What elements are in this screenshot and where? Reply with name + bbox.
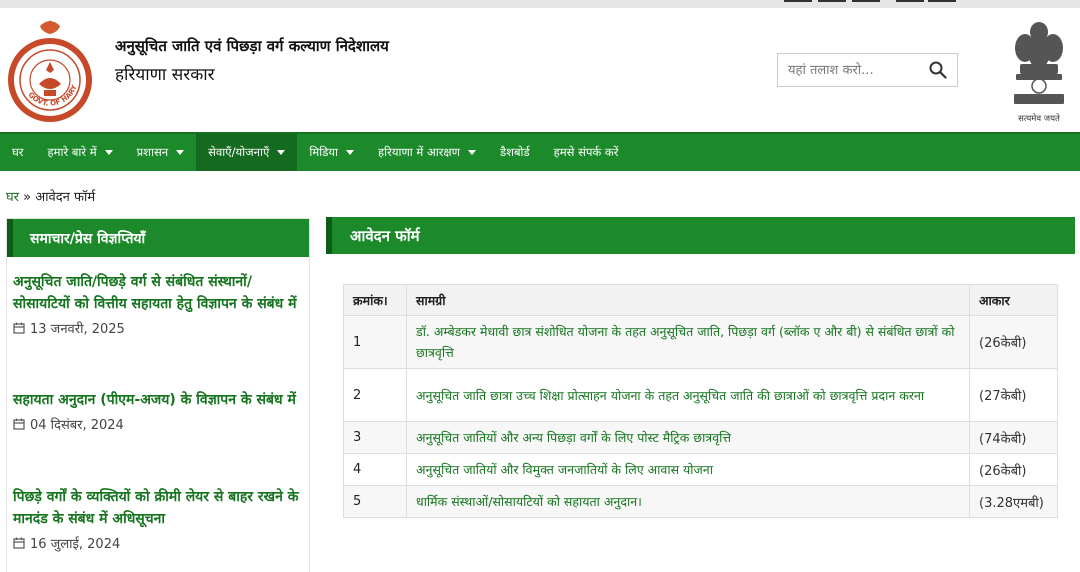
application-forms-table: क्रमांक। सामग्री आकार 1 डॉ. अम्बेडकर मेध… (343, 284, 1058, 518)
nav-item-about[interactable]: हमारे बारे में (36, 134, 125, 171)
news-item: पिछड़े वर्गों के व्यक्तियों को क्रीमी ले… (13, 486, 303, 552)
calendar-icon (13, 418, 25, 430)
page-title: आवेदन फॉर्म (326, 217, 1075, 254)
file-size: (3.28एमबी) (969, 485, 1058, 518)
nav-item-reservation[interactable]: हरियाणा में आरक्षण (366, 134, 488, 171)
news-link[interactable]: पिछड़े वर्गों के व्यक्तियों को क्रीमी ले… (13, 486, 303, 530)
news-date: 16 जुलाई, 2024 (13, 534, 303, 552)
file-size: (27केबी) (969, 368, 1058, 422)
nav-label: घर (12, 145, 24, 159)
form-link[interactable]: अनुसूचित जातियों और विमुक्त जनजातियों के… (406, 453, 970, 486)
column-header-content: सामग्री (406, 284, 970, 316)
file-size: (74केबी) (969, 421, 1058, 454)
news-link[interactable]: अनुसूचित जाति/पिछड़े वर्ग से संबंधित संस… (13, 271, 303, 315)
top-utility-strip (0, 0, 1080, 8)
nav-label: हमारे बारे में (47, 145, 97, 159)
news-date: 13 जनवरी, 2025 (13, 319, 303, 337)
news-item: अनुसूचित जाति/पिछड़े वर्ग से संबंधित संस… (13, 271, 303, 337)
news-date-text: 04 दिसंबर, 2024 (30, 418, 124, 433)
emblem-motto: सत्यमेव जयते (1018, 113, 1060, 124)
form-link[interactable]: अनुसूचित जातियों और अन्य पिछड़ा वर्गों क… (406, 421, 970, 454)
table-row: 4 अनुसूचित जातियों और विमुक्त जनजातियों … (343, 453, 1058, 486)
breadcrumb-separator: » (23, 190, 32, 205)
nav-label: प्रशासन (136, 145, 169, 159)
search-button[interactable] (919, 54, 957, 86)
caret-down-icon (277, 150, 286, 155)
file-size: (26केबी) (969, 453, 1058, 486)
row-number: 4 (343, 453, 407, 486)
caret-down-icon (104, 150, 113, 155)
caret-down-icon (346, 150, 355, 155)
news-date: 04 दिसंबर, 2024 (13, 415, 303, 433)
news-date-text: 13 जनवरी, 2025 (30, 322, 125, 337)
nav-label: हरियाणा में आरक्षण (378, 145, 460, 159)
calendar-icon (13, 322, 25, 334)
nav-label: डैशबोर्ड (499, 145, 530, 159)
table-row: 5 धार्मिक संस्थाओं/सोसायटियों को सहायता … (343, 485, 1058, 518)
breadcrumb-home-link[interactable]: घर (6, 190, 19, 205)
utility-link[interactable] (928, 0, 956, 2)
news-sidebar: समाचार/प्रेस विज्ञप्तियाँ अनुसूचित जाति/… (6, 218, 310, 572)
nav-item-contact[interactable]: हमसे संपर्क करें (542, 134, 631, 171)
main-navigation: घर हमारे बारे में प्रशासन सेवाएँ/योजनाएँ… (0, 132, 1080, 171)
table-row: 2 अनुसूचित जाति छात्रा उच्च शिक्षा प्रोत… (343, 368, 1058, 422)
nav-item-home[interactable]: घर (0, 134, 36, 171)
sidebar-heading: समाचार/प्रेस विज्ञप्तियाँ (7, 219, 309, 257)
news-item: सहायता अनुदान (पीएम-अजय) के विज्ञापन के … (13, 389, 303, 433)
table-row: 1 डॉ. अम्बेडकर मेधावी छात्र संशोधित योजन… (343, 315, 1058, 369)
utility-link[interactable] (818, 0, 846, 2)
nav-label: मिडिया (309, 145, 339, 159)
column-header-size: आकार (969, 284, 1058, 316)
column-header-serial: क्रमांक। (343, 284, 407, 316)
haryana-seal-logo[interactable]: GOVT. OF HARYANA (3, 12, 94, 126)
row-number: 1 (343, 315, 407, 369)
news-date-text: 16 जुलाई, 2024 (30, 537, 121, 552)
search-icon (929, 61, 947, 79)
row-number: 3 (343, 421, 407, 454)
caret-down-icon (467, 150, 476, 155)
utility-link[interactable] (784, 0, 812, 2)
table-row: 3 अनुसूचित जातियों और अन्य पिछड़ा वर्गों… (343, 421, 1058, 454)
caret-down-icon (176, 150, 185, 155)
form-link[interactable]: धार्मिक संस्थाओं/सोसायटियों को सहायता अन… (406, 485, 970, 518)
nav-item-services[interactable]: सेवाएँ/योजनाएँ (196, 134, 298, 171)
calendar-icon (13, 537, 25, 549)
news-link[interactable]: सहायता अनुदान (पीएम-अजय) के विज्ञापन के … (13, 389, 303, 411)
national-emblem-logo[interactable]: सत्यमेव जयते (1008, 18, 1070, 128)
file-size: (26केबी) (969, 315, 1058, 369)
row-number: 2 (343, 368, 407, 422)
row-number: 5 (343, 485, 407, 518)
search-box (777, 53, 958, 87)
table-header-row: क्रमांक। सामग्री आकार (343, 284, 1058, 316)
nav-item-media[interactable]: मिडिया (297, 134, 366, 171)
nav-item-administration[interactable]: प्रशासन (125, 134, 197, 171)
nav-label: सेवाएँ/योजनाएँ (208, 145, 270, 159)
department-title: अनुसूचित जाति एवं पिछड़ा वर्ग कल्याण निद… (115, 37, 389, 55)
breadcrumb-current: आवेदन फॉर्म (35, 190, 96, 205)
search-input[interactable] (778, 54, 920, 86)
government-name: हरियाणा सरकार (115, 65, 215, 85)
utility-link[interactable] (896, 0, 924, 2)
form-link[interactable]: डॉ. अम्बेडकर मेधावी छात्र संशोधित योजना … (406, 315, 970, 369)
form-link[interactable]: अनुसूचित जाति छात्रा उच्च शिक्षा प्रोत्स… (406, 368, 970, 422)
breadcrumb: घर » आवेदन फॉर्म (6, 187, 95, 205)
site-header: GOVT. OF HARYANA अनुसूचित जाति एवं पिछड़… (0, 8, 1080, 132)
nav-item-dashboard[interactable]: डैशबोर्ड (488, 134, 542, 171)
utility-link[interactable] (852, 0, 880, 2)
nav-label: हमसे संपर्क करें (553, 145, 619, 159)
